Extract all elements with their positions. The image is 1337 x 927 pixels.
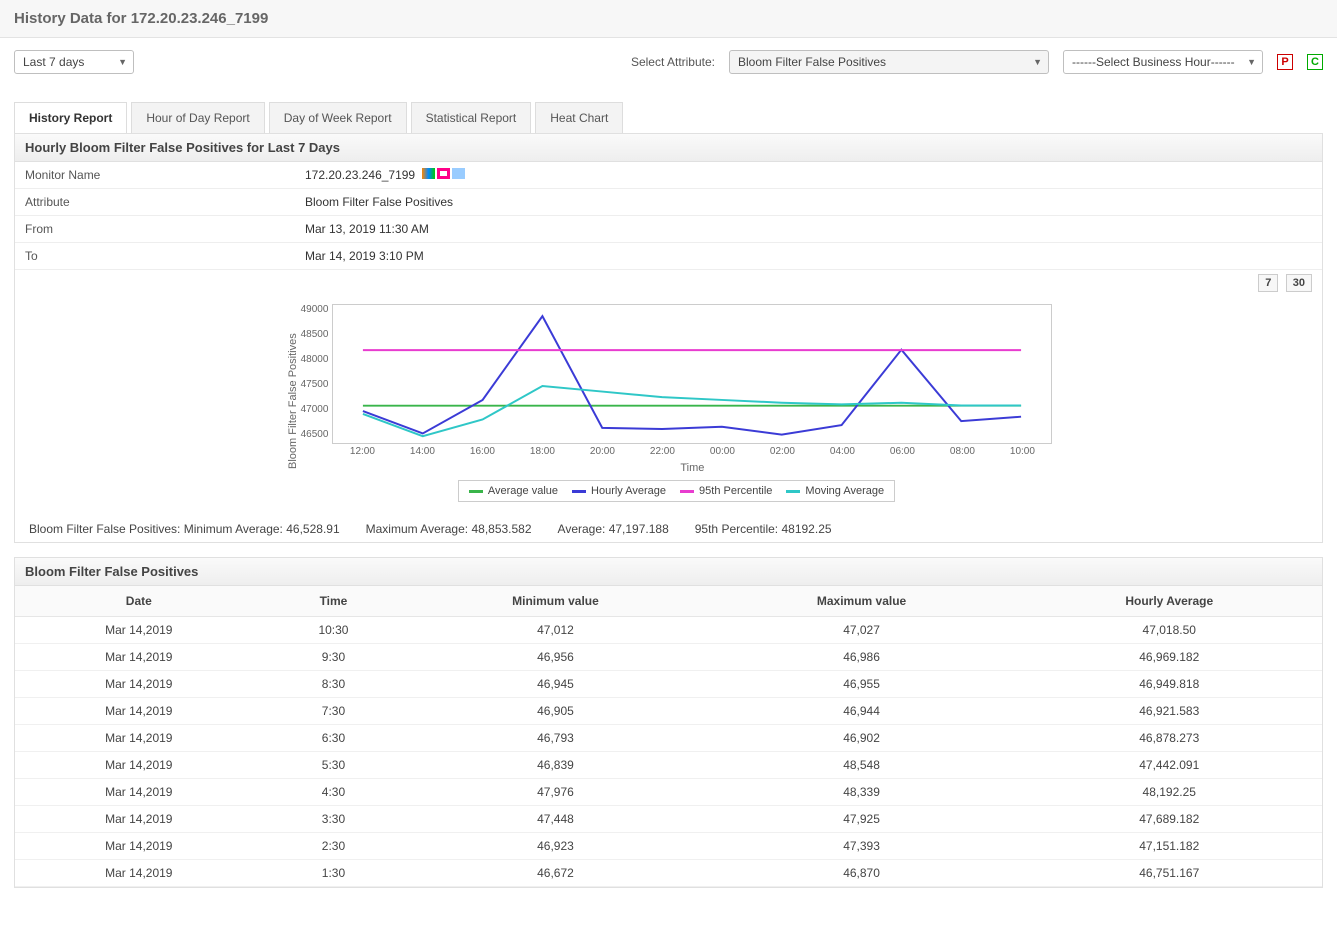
table-row: Mar 14,20198:3046,94546,95546,949.818 — [15, 671, 1322, 698]
table-row: Mar 14,20196:3046,79346,90246,878.273 — [15, 725, 1322, 752]
stats-max: Maximum Average: 48,853.582 — [366, 522, 532, 536]
table-row: Mar 14,20195:3046,83948,54847,442.091 — [15, 752, 1322, 779]
data-table: DateTimeMinimum valueMaximum valueHourly… — [15, 586, 1322, 887]
y-ticks: 490004850048000475004700046500 — [301, 304, 329, 440]
attribute-value: Bloom Filter False Positives — [738, 55, 886, 69]
table-row: Mar 14,20197:3046,90546,94446,921.583 — [15, 698, 1322, 725]
period-select[interactable]: Last 7 days — [14, 50, 134, 74]
stats-prefix: Bloom Filter False Positives: Minimum Av… — [29, 522, 340, 536]
x-ticks: 12:0014:0016:0018:0020:0022:0000:0002:00… — [332, 446, 1052, 460]
table-row: Mar 14,20192:3046,92347,39347,151.182 — [15, 833, 1322, 860]
stats-p95: 95th Percentile: 48192.25 — [695, 522, 832, 536]
tab-history-report[interactable]: History Report — [14, 102, 127, 133]
trend-icon[interactable] — [437, 168, 450, 179]
monitor-name-value: 172.20.23.246_7199 — [295, 162, 1322, 189]
export-csv-icon[interactable]: C — [1307, 54, 1323, 70]
range-7-button[interactable]: 7 — [1258, 274, 1278, 292]
stats-avg: Average: 47,197.188 — [558, 522, 669, 536]
page-header: History Data for 172.20.23.246_7199 — [0, 0, 1337, 38]
legend-95th-percentile[interactable]: 95th Percentile — [680, 485, 772, 497]
tab-heat-chart[interactable]: Heat Chart — [535, 102, 623, 133]
period-value: Last 7 days — [23, 55, 84, 69]
col-maximum-value: Maximum value — [707, 586, 1017, 617]
from-value: Mar 13, 2019 11:30 AM — [295, 216, 1322, 243]
to-value: Mar 14, 2019 3:10 PM — [295, 243, 1322, 270]
data-heading: Bloom Filter False Positives — [15, 558, 1322, 586]
stats-line: Bloom Filter False Positives: Minimum Av… — [15, 512, 1322, 542]
col-hourly-average: Hourly Average — [1017, 586, 1323, 617]
chart-plot — [332, 304, 1052, 444]
from-label: From — [15, 216, 295, 243]
attribute-select[interactable]: Bloom Filter False Positives — [729, 50, 1049, 74]
tab-day-of-week-report[interactable]: Day of Week Report — [269, 102, 407, 133]
summary-heading: Hourly Bloom Filter False Positives for … — [15, 134, 1322, 162]
col-time: Time — [263, 586, 405, 617]
table-row: Mar 14,20194:3047,97648,33948,192.25 — [15, 779, 1322, 806]
monitor-name-label: Monitor Name — [15, 162, 295, 189]
table-header-row: DateTimeMinimum valueMaximum valueHourly… — [15, 586, 1322, 617]
legend-average-value[interactable]: Average value — [469, 485, 558, 497]
attribute-kv-value: Bloom Filter False Positives — [295, 189, 1322, 216]
tab-statistical-report[interactable]: Statistical Report — [411, 102, 532, 133]
legend-hourly-average[interactable]: Hourly Average — [572, 485, 666, 497]
monitor-mini-icons[interactable] — [421, 168, 466, 182]
table-row: Mar 14,20193:3047,44847,92547,689.182 — [15, 806, 1322, 833]
bar-icon[interactable] — [422, 168, 435, 179]
x-axis-label: Time — [332, 462, 1052, 474]
y-axis-label: Bloom Filter False Positives — [285, 300, 301, 502]
tab-hour-of-day-report[interactable]: Hour of Day Report — [131, 102, 264, 133]
chart-area: Bloom Filter False Positives 49000485004… — [15, 296, 1322, 512]
chart-legend: Average value Hourly Average 95th Percenti… — [458, 480, 895, 502]
range-30-button[interactable]: 30 — [1286, 274, 1312, 292]
col-minimum-value: Minimum value — [404, 586, 706, 617]
export-pdf-icon[interactable]: P — [1277, 54, 1293, 70]
page-title: History Data for 172.20.23.246_7199 — [14, 10, 1323, 27]
table-row: Mar 14,20199:3046,95646,98646,969.182 — [15, 644, 1322, 671]
table-row: Mar 14,201910:3047,01247,02747,018.50 — [15, 617, 1322, 644]
data-panel: Bloom Filter False Positives DateTimeMin… — [14, 557, 1323, 888]
business-hour-value: ------Select Business Hour------ — [1072, 55, 1235, 69]
summary-kv: Monitor Name 172.20.23.246_7199 Attribut… — [15, 162, 1322, 270]
business-hour-select[interactable]: ------Select Business Hour------ — [1063, 50, 1263, 74]
controls-row: Last 7 days Select Attribute: Bloom Filt… — [0, 38, 1337, 82]
legend-moving-average[interactable]: Moving Average — [786, 485, 884, 497]
attribute-label: Select Attribute: — [631, 55, 715, 69]
table-row: Mar 14,20191:3046,67246,87046,751.167 — [15, 860, 1322, 887]
tabs: History ReportHour of Day ReportDay of W… — [0, 102, 1337, 133]
attribute-kv-label: Attribute — [15, 189, 295, 216]
col-date: Date — [15, 586, 263, 617]
to-label: To — [15, 243, 295, 270]
grid-icon[interactable] — [452, 168, 465, 179]
monitor-name-text: 172.20.23.246_7199 — [305, 168, 415, 182]
chart-tools: 7 30 — [15, 270, 1322, 296]
summary-panel: Hourly Bloom Filter False Positives for … — [14, 133, 1323, 543]
table-body: Mar 14,201910:3047,01247,02747,018.50Mar… — [15, 617, 1322, 887]
